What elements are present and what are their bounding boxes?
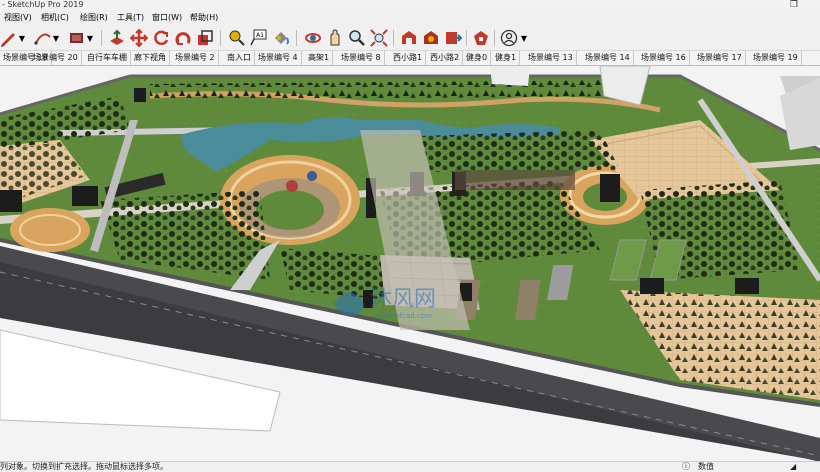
scene-tab[interactable]: 场景编号 20 [30,51,82,65]
scene-tab[interactable]: 场景编号 19 [750,51,802,65]
scene-tab[interactable]: 场景编号 17 [694,51,746,65]
pan-icon[interactable] [326,29,344,47]
shapes-icon[interactable] [68,29,86,47]
arc-icon[interactable] [34,29,52,47]
scene-tab[interactable]: 场景编号 2 [172,51,219,65]
pushpull-icon[interactable] [108,29,126,47]
scene-tab[interactable]: 南入口 [224,51,255,65]
menu-window[interactable]: 窗口(W) [152,10,182,26]
menu-camera[interactable]: 相机(C) [41,10,69,26]
scene-tab[interactable]: 西小路2 [427,51,464,65]
app-title: - SketchUp Pro 2019 [2,0,84,9]
scale-icon[interactable] [196,29,214,47]
orbit-icon[interactable] [304,29,322,47]
scene-tab[interactable]: 场景编号 16 [638,51,690,65]
rotate-icon[interactable] [152,29,170,47]
scene-tab[interactable]: 场景编号 4 [255,51,302,65]
paint-bucket-icon[interactable] [272,29,290,47]
user-account-icon[interactable] [500,29,518,47]
share-component-icon[interactable] [422,29,440,47]
tape-measure-icon[interactable] [228,29,246,47]
scene-tab[interactable]: 西小路1 [390,51,427,65]
menu-draw[interactable]: 绘图(R) [80,10,108,26]
scene-tab[interactable]: 场景编号 14 [582,51,634,65]
scene-tab[interactable]: 场景编号 8 [338,51,385,65]
pencil-dropdown-icon[interactable]: ▼ [18,29,26,47]
menu-tools[interactable]: 工具(T) [117,10,144,26]
scene-tab[interactable]: 健身1 [492,51,521,65]
warehouse-icon[interactable] [400,29,418,47]
zoom-extents-icon[interactable] [370,29,388,47]
menu-view[interactable]: 视图(V) [4,10,32,26]
follow-me-icon[interactable] [174,29,192,47]
title-bar: - SketchUp Pro 2019 ❐ [0,0,820,10]
extension-warehouse-icon[interactable] [472,29,490,47]
layout-icon[interactable] [444,29,462,47]
site-plan-render [0,66,820,461]
watermark: 沐风网 www.mfcad.com [330,278,500,322]
arc-dropdown-icon[interactable]: ▼ [52,29,60,47]
shapes-dropdown-icon[interactable]: ▼ [86,29,94,47]
scene-tab[interactable]: 自行车车棚 [84,51,131,65]
menu-bar: 视图(V) 相机(C) 绘图(R) 工具(T) 窗口(W) 帮助(H) [0,10,820,26]
move-icon[interactable] [130,29,148,47]
scene-tab[interactable]: 场景编号 13 [525,51,577,65]
zoom-icon[interactable] [348,29,366,47]
scene-tab[interactable]: 健身0 [463,51,492,65]
watermark-text: 沐风网 [370,287,436,312]
account-dropdown-icon[interactable]: ▼ [520,29,528,47]
main-toolbar: ▼ ▼ ▼ A1 ▼ [0,26,820,51]
model-viewport[interactable]: 沐风网 www.mfcad.com [0,66,820,461]
svg-text:A1: A1 [256,32,264,39]
scene-tab[interactable]: 廊下视角 [131,51,170,65]
watermark-url: www.mfcad.com [374,312,432,320]
scene-tab[interactable]: 高架1 [305,51,334,65]
restore-window-icon[interactable]: ❐ [790,0,798,10]
text-icon[interactable]: A1 [250,29,268,47]
pencil-icon[interactable] [0,29,18,47]
scene-tabs: 场景编号 18 场景编号 20 自行车车棚 廊下视角 场景编号 2 南入口 场景… [0,51,820,66]
status-bar: 列对象。切换到扩充选择。拖动鼠标选择多项。 ⓘ 数值 ◢ [0,461,820,472]
menu-help[interactable]: 帮助(H) [190,10,218,26]
